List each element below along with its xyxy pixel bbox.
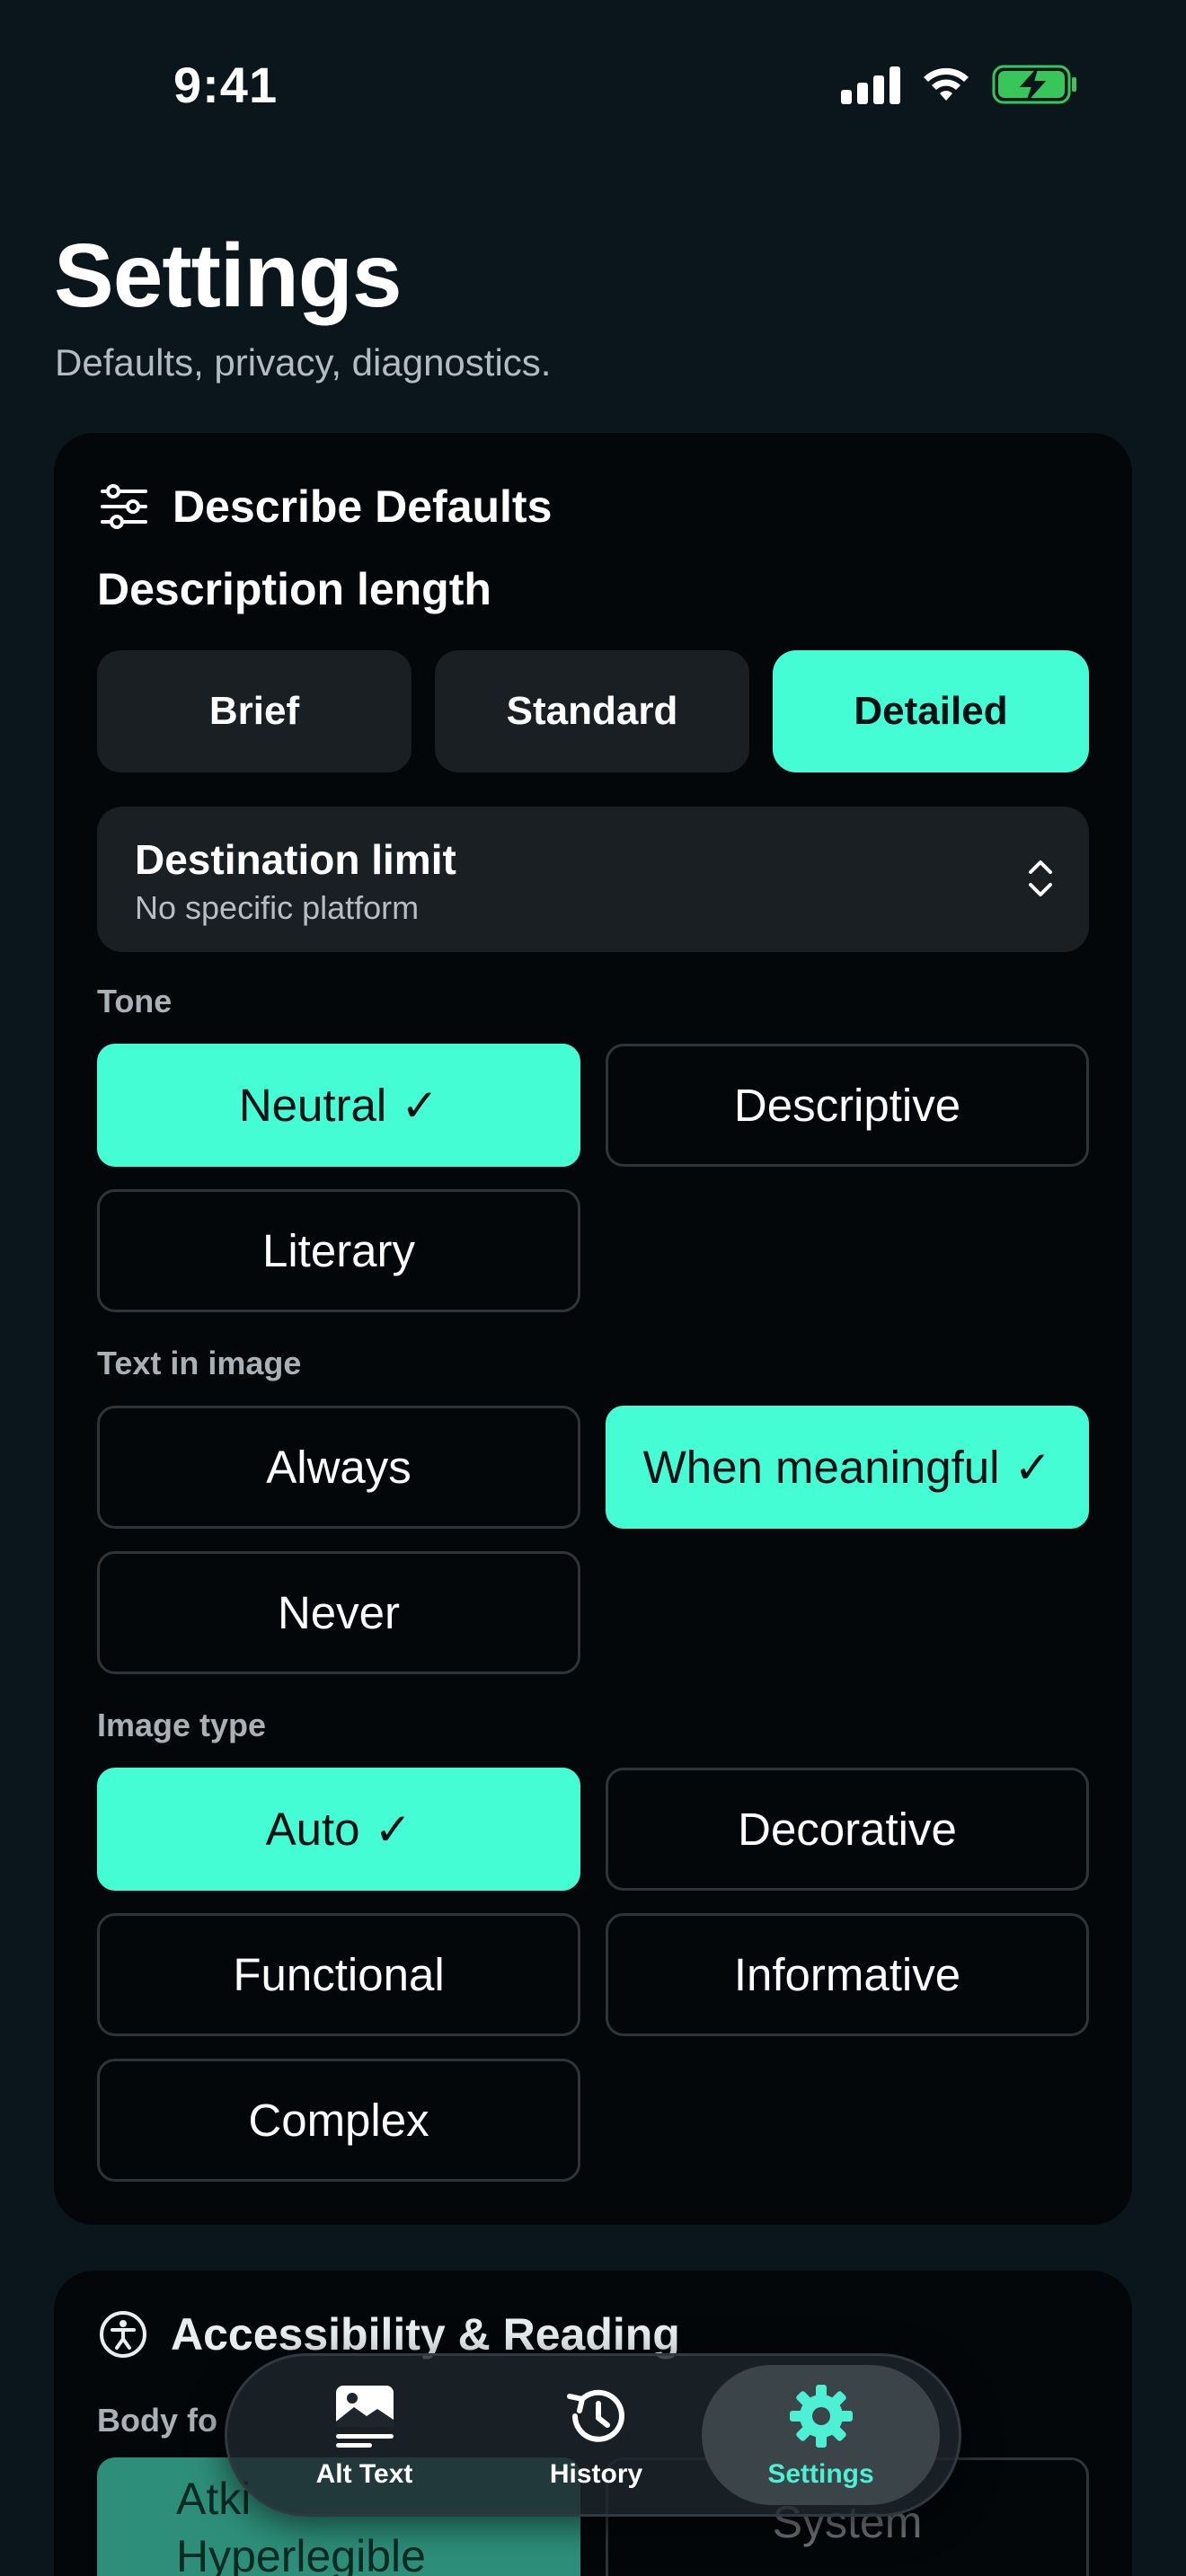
image-type-functional-option[interactable]: Functional [97, 1913, 580, 2036]
battery-charging-icon [992, 65, 1076, 104]
text-when-meaningful-option[interactable]: When meaningful ✓ [606, 1406, 1089, 1529]
image-type-complex-option[interactable]: Complex [97, 2059, 580, 2182]
length-brief-button[interactable]: Brief [97, 650, 412, 772]
tab-alt-text[interactable]: Alt Text [245, 2365, 483, 2505]
text-never-option[interactable]: Never [97, 1551, 580, 1674]
chevron-up-down-icon [1029, 860, 1052, 896]
wifi-icon [924, 67, 969, 101]
cellular-signal-icon [841, 65, 900, 104]
image-type-label: Image type [97, 1707, 267, 1743]
destination-limit-title: Destination limit [135, 836, 456, 883]
page-title: Settings [54, 225, 402, 326]
sliders-icon [101, 484, 147, 529]
text-always-option[interactable]: Always [97, 1406, 580, 1529]
text-always-label: Always [266, 1442, 412, 1493]
status-icons [841, 65, 1078, 104]
image-type-informative-option[interactable]: Informative [606, 1913, 1089, 2036]
image-type-complex-label: Complex [248, 2095, 429, 2146]
text-when-meaningful-label: When meaningful [642, 1442, 1000, 1493]
image-type-auto-label: Auto [265, 1804, 360, 1855]
description-length-title: Description length [97, 564, 491, 614]
tone-literary-label: Literary [261, 1225, 416, 1276]
tab-history-label: History [549, 2459, 643, 2489]
image-type-informative-label: Informative [733, 1949, 961, 2000]
page-subtitle: Defaults, privacy, diagnostics. [55, 341, 552, 384]
text-never-label: Never [277, 1587, 401, 1638]
destination-limit-value: No specific platform [135, 889, 420, 926]
tab-bar: Alt Text History Settings [225, 2353, 961, 2517]
image-icon [329, 2380, 401, 2452]
tone-neutral-option[interactable]: Neutral ✓ [97, 1044, 580, 1167]
text-in-image-label: Text in image [97, 1345, 302, 1381]
status-time: 9:41 [173, 57, 279, 113]
describe-defaults-card: Describe Defaults Description length Bri… [54, 433, 1132, 2225]
tone-neutral-label: Neutral [238, 1080, 387, 1131]
describe-defaults-title: Describe Defaults [173, 481, 553, 532]
tone-descriptive-label: Descriptive [733, 1080, 961, 1131]
history-icon [561, 2380, 633, 2452]
tab-settings[interactable]: Settings [702, 2365, 940, 2505]
describe-defaults-header: Describe Defaults [99, 480, 552, 534]
gear-icon [785, 2380, 857, 2452]
image-type-auto-option[interactable]: Auto ✓ [97, 1768, 580, 1891]
length-detailed-button[interactable]: Detailed [773, 650, 1089, 772]
accessibility-icon [100, 2311, 146, 2358]
status-bar: 9:41 [0, 0, 1186, 171]
destination-limit-select[interactable]: Destination limit No specific platform [97, 807, 1089, 952]
tab-alt-text-label: Alt Text [315, 2459, 413, 2489]
tab-history[interactable]: History [477, 2365, 715, 2505]
checkmark-icon: ✓ [401, 1080, 439, 1131]
tone-descriptive-option[interactable]: Descriptive [606, 1044, 1089, 1167]
image-type-decorative-option[interactable]: Decorative [606, 1768, 1089, 1891]
tone-label: Tone [97, 983, 173, 1019]
checkmark-icon: ✓ [374, 1804, 412, 1855]
length-standard-button[interactable]: Standard [435, 650, 749, 772]
tab-settings-label: Settings [767, 2459, 874, 2489]
image-type-decorative-label: Decorative [738, 1804, 957, 1855]
body-font-label: Body fo [97, 2402, 217, 2439]
image-type-functional-label: Functional [233, 1949, 445, 2000]
checkmark-icon: ✓ [1013, 1442, 1052, 1493]
tone-literary-option[interactable]: Literary [97, 1189, 580, 1312]
font-atkinson-line2: Hyperlegible [176, 2531, 426, 2576]
